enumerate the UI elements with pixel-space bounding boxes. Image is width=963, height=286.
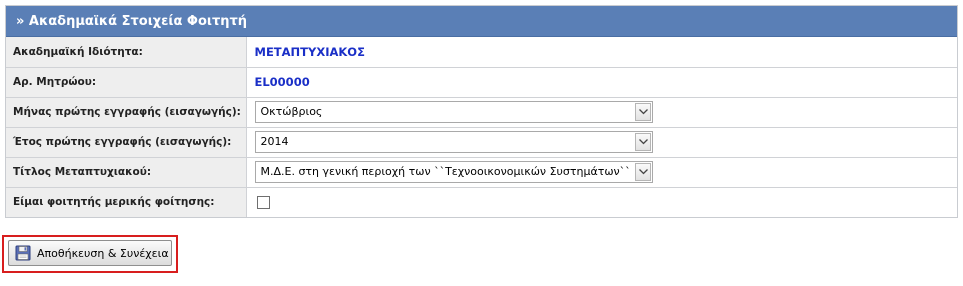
- academic-details-form: Ακαδημαϊκή Ιδιότητα: ΜΕΤΑΠΤΥΧΙΑΚΟΣ Αρ. Μ…: [6, 37, 957, 217]
- postgraduate-title-select[interactable]: Μ.Δ.Ε. στη γενική περιοχή των ``Τεχνοοικ…: [254, 161, 653, 183]
- form-row: Μήνας πρώτης εγγραφής (εισαγωγής): Οκτώβ…: [6, 96, 957, 127]
- postgraduate-title-label: Τίτλος Μεταπτυχιακού:: [6, 156, 247, 187]
- academic-details-panel: » Ακαδημαϊκά Στοιχεία Φοιτητή Ακαδημαϊκή…: [5, 5, 958, 218]
- first-enrollment-month-label: Μήνας πρώτης εγγραφής (εισαγωγής):: [6, 96, 247, 127]
- form-row: Τίτλος Μεταπτυχιακού: Μ.Δ.Ε. στη γενική …: [6, 156, 957, 187]
- chevron-down-icon[interactable]: [634, 103, 651, 121]
- chevron-down-icon[interactable]: [634, 163, 651, 181]
- part-time-student-checkbox[interactable]: [256, 195, 270, 209]
- save-button-label: Αποθήκευση & Συνέχεια: [37, 246, 169, 260]
- form-row: Αρ. Μητρώου: EL00000: [6, 66, 957, 97]
- form-row: Ακαδημαϊκή Ιδιότητα: ΜΕΤΑΠΤΥΧΙΑΚΟΣ: [6, 37, 957, 67]
- postgraduate-title-selected: Μ.Δ.Ε. στη γενική περιοχή των ``Τεχνοοικ…: [260, 165, 631, 178]
- academic-status-label: Ακαδημαϊκή Ιδιότητα:: [6, 37, 247, 67]
- first-enrollment-year-label: Έτος πρώτης εγγραφής (εισαγωγής):: [6, 126, 247, 157]
- floppy-disk-icon: [15, 245, 31, 261]
- first-enrollment-month-select[interactable]: Οκτώβριος: [254, 101, 653, 123]
- form-row: Έτος πρώτης εγγραφής (εισαγωγής): 2014: [6, 126, 957, 157]
- panel-title: » Ακαδημαϊκά Στοιχεία Φοιτητή: [6, 6, 957, 37]
- chevron-down-icon[interactable]: [634, 133, 651, 151]
- registration-number-label: Αρ. Μητρώου:: [6, 66, 247, 97]
- first-enrollment-year-selected: 2014: [260, 135, 289, 148]
- save-button-highlight: Αποθήκευση & Συνέχεια: [2, 235, 178, 273]
- first-enrollment-month-selected: Οκτώβριος: [260, 105, 323, 118]
- first-enrollment-year-select[interactable]: 2014: [254, 131, 653, 153]
- academic-status-value: ΜΕΤΑΠΤΥΧΙΑΚΟΣ: [254, 44, 365, 59]
- part-time-student-label: Είμαι φοιτητής μερικής φοίτησης:: [6, 186, 247, 217]
- save-and-continue-button[interactable]: Αποθήκευση & Συνέχεια: [8, 240, 172, 266]
- form-row: Είμαι φοιτητής μερικής φοίτησης:: [6, 186, 957, 217]
- registration-number-value: EL00000: [254, 75, 310, 89]
